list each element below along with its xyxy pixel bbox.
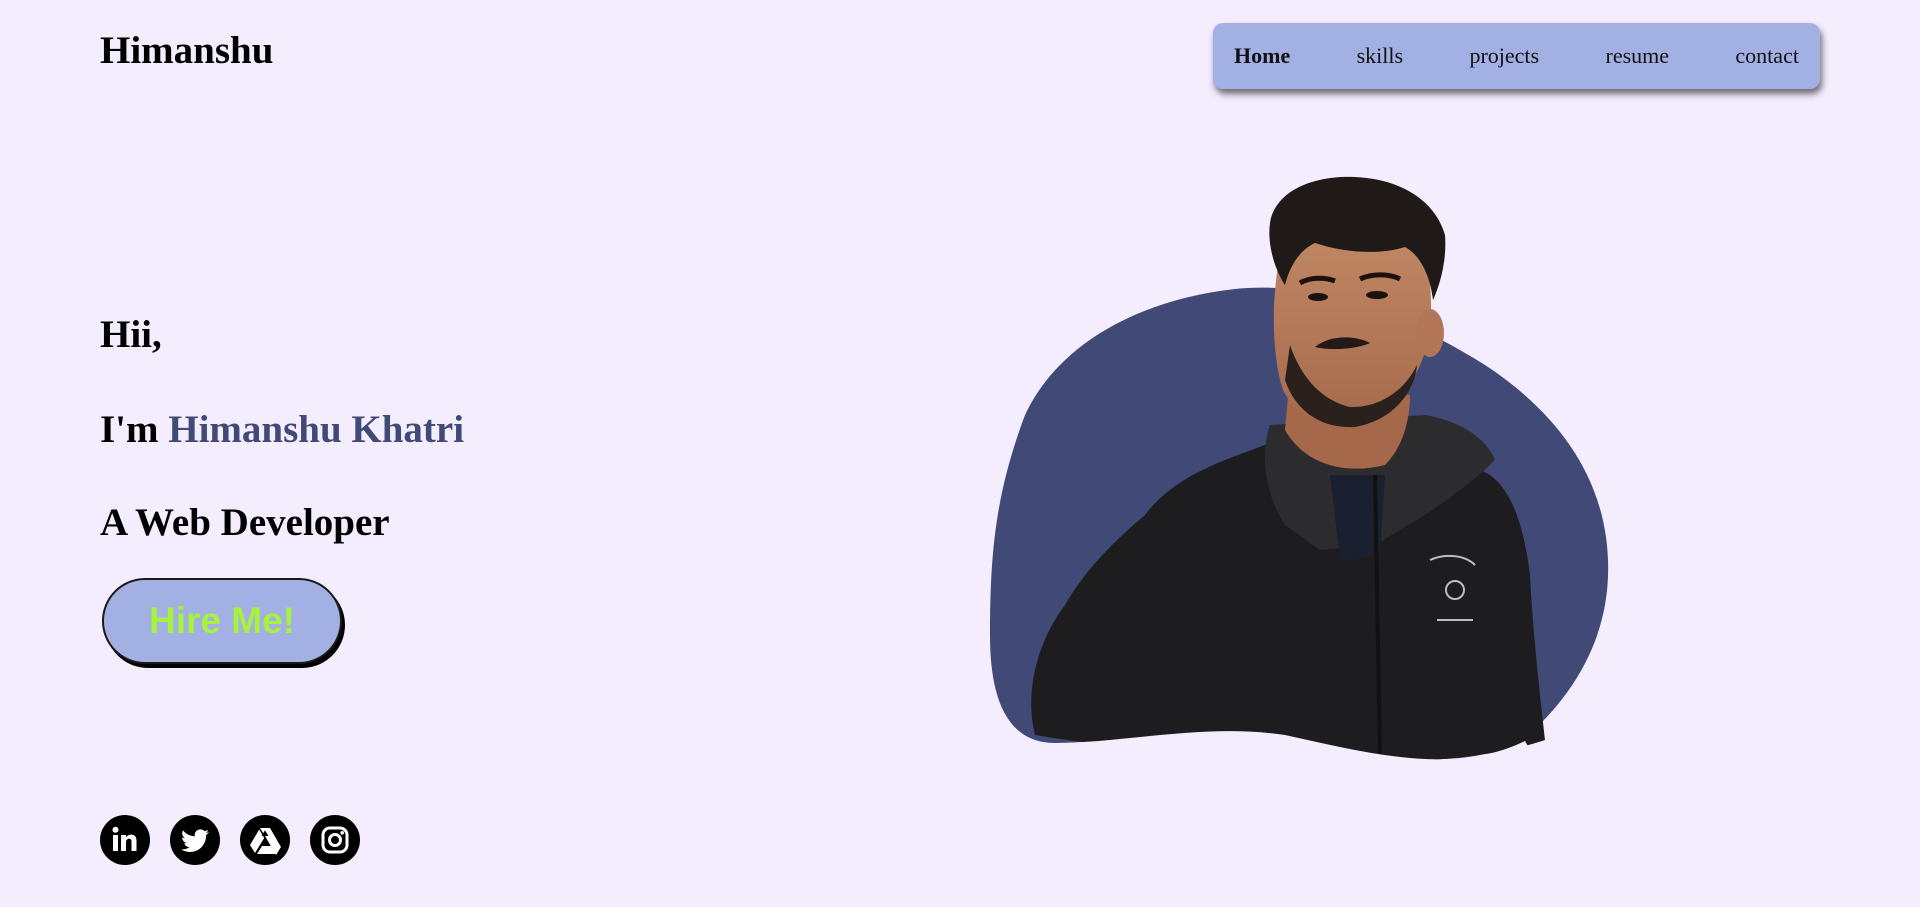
instagram-icon bbox=[321, 826, 349, 854]
instagram-link[interactable] bbox=[310, 815, 360, 865]
hire-me-button[interactable]: Hire Me! bbox=[102, 578, 342, 664]
twitter-link[interactable] bbox=[170, 815, 220, 865]
profile-illustration bbox=[990, 176, 1609, 775]
twitter-icon bbox=[181, 829, 209, 852]
ear bbox=[1416, 309, 1444, 357]
google-drive-link[interactable] bbox=[240, 815, 290, 865]
nav-skills[interactable]: skills bbox=[1357, 43, 1403, 69]
hero-intro: I'm Himanshu Khatri bbox=[100, 405, 464, 455]
main-nav: Home skills projects resume contact bbox=[1213, 23, 1820, 89]
nav-contact[interactable]: contact bbox=[1735, 43, 1799, 69]
google-drive-icon bbox=[250, 828, 281, 855]
hero-intro-prefix: I'm bbox=[100, 408, 169, 451]
social-links bbox=[100, 815, 360, 865]
linkedin-link[interactable] bbox=[100, 815, 150, 865]
hero-name: Himanshu Khatri bbox=[168, 408, 465, 451]
nav-resume[interactable]: resume bbox=[1606, 43, 1670, 69]
hero-role: A Web Developer bbox=[100, 501, 390, 544]
hero-greeting: Hii, bbox=[100, 313, 162, 356]
nav-projects[interactable]: projects bbox=[1469, 43, 1539, 69]
site-logo[interactable]: Himanshu bbox=[100, 26, 273, 76]
nav-home[interactable]: Home bbox=[1234, 43, 1290, 69]
profile-photo bbox=[985, 175, 1615, 775]
linkedin-icon bbox=[112, 826, 137, 851]
